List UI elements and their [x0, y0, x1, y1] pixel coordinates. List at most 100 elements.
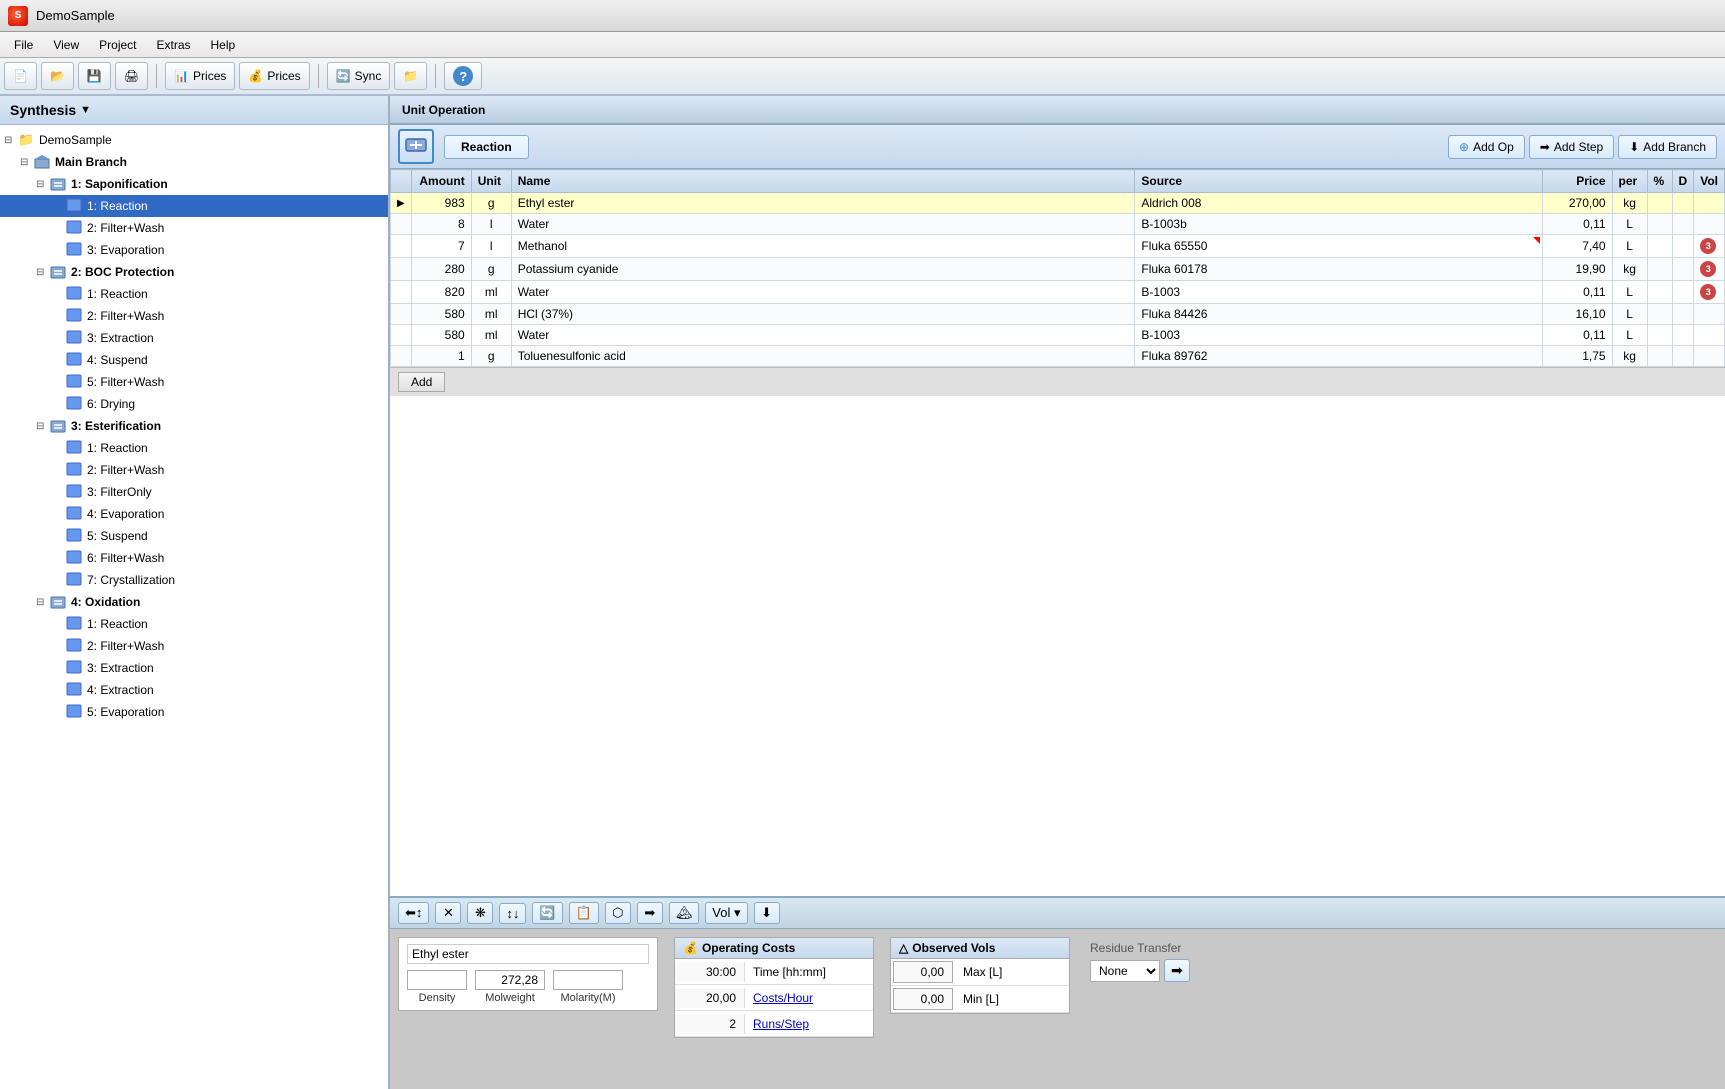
btn-delete[interactable]: ✕: [435, 902, 461, 924]
save-button[interactable]: 💾: [78, 62, 111, 90]
sync-button[interactable]: 🔄 Sync: [327, 62, 391, 90]
tree-step-4-1[interactable]: 1: Reaction: [0, 613, 388, 635]
table-cell-unit[interactable]: g: [471, 258, 511, 281]
table-cell-price[interactable]: 270,00: [1542, 193, 1612, 214]
op-runs-label[interactable]: Runs/Step: [745, 1014, 817, 1034]
table-cell-amount[interactable]: 7: [411, 235, 471, 258]
table-cell-amount[interactable]: 983: [411, 193, 471, 214]
op-runs-value[interactable]: 2: [675, 1014, 745, 1034]
table-cell-per[interactable]: L: [1612, 281, 1647, 304]
section1-expand[interactable]: ⊟: [36, 179, 50, 190]
help-button[interactable]: ?: [444, 62, 482, 90]
add-branch-button[interactable]: ⬇ Add Branch: [1618, 135, 1717, 159]
op-time-value[interactable]: 30:00: [675, 962, 745, 982]
table-cell-price[interactable]: 1,75: [1542, 346, 1612, 367]
op-costs-hour-label[interactable]: Costs/Hour: [745, 988, 821, 1008]
add-button[interactable]: Add: [398, 372, 445, 392]
tree-step-2-3[interactable]: 3: Extraction: [0, 327, 388, 349]
btn-forward[interactable]: ➡: [637, 902, 663, 924]
reaction-tab[interactable]: Reaction: [444, 135, 529, 159]
tree-step-4-4[interactable]: 4: Extraction: [0, 679, 388, 701]
tree-step-4-5[interactable]: 5: Evaporation: [0, 701, 388, 723]
btn-refresh[interactable]: 🔄: [532, 902, 562, 924]
table-cell-source[interactable]: B-1003: [1135, 325, 1542, 346]
tree-step-2-4[interactable]: 4: Suspend: [0, 349, 388, 371]
tree-section-4[interactable]: ⊟ 4: Oxidation: [0, 591, 388, 613]
obs-min-input[interactable]: [893, 988, 953, 1010]
tree-step-2-2[interactable]: 2: Filter+Wash: [0, 305, 388, 327]
table-cell-name[interactable]: Ethyl ester: [511, 193, 1135, 214]
table-cell-per[interactable]: L: [1612, 235, 1647, 258]
table-cell-name[interactable]: Potassium cyanide: [511, 258, 1135, 281]
table-cell-amount[interactable]: 8: [411, 214, 471, 235]
menu-file[interactable]: File: [4, 36, 43, 54]
prices-button[interactable]: 💰 Prices: [239, 62, 309, 90]
tree-step-1-2[interactable]: 2: Filter+Wash: [0, 217, 388, 239]
add-op-button[interactable]: ⊕ Add Op: [1448, 135, 1525, 159]
obs-max-input[interactable]: [893, 961, 953, 983]
table-cell-source[interactable]: Fluka 84426: [1135, 304, 1542, 325]
btn-copy[interactable]: ❋: [467, 902, 493, 924]
table-cell-unit[interactable]: ml: [471, 325, 511, 346]
reports-button[interactable]: 📊 Prices: [165, 62, 235, 90]
table-cell-amount[interactable]: 280: [411, 258, 471, 281]
tree-step-4-2[interactable]: 2: Filter+Wash: [0, 635, 388, 657]
col-name[interactable]: Name: [511, 170, 1135, 193]
table-cell-amount[interactable]: 820: [411, 281, 471, 304]
tree-step-4-3[interactable]: 3: Extraction: [0, 657, 388, 679]
table-cell-unit[interactable]: g: [471, 346, 511, 367]
col-d[interactable]: D: [1672, 170, 1694, 193]
col-amount[interactable]: Amount: [411, 170, 471, 193]
table-cell-name[interactable]: HCl (37%): [511, 304, 1135, 325]
tree-section-2[interactable]: ⊟ 2: BOC Protection: [0, 261, 388, 283]
table-cell-name[interactable]: Water: [511, 325, 1135, 346]
tree-container[interactable]: ⊟ DemoSample ⊟ Main Branch: [0, 125, 388, 1089]
table-cell-unit[interactable]: g: [471, 193, 511, 214]
table-cell-source[interactable]: B-1003b: [1135, 214, 1542, 235]
tree-step-3-7[interactable]: 7: Crystallization: [0, 569, 388, 591]
tree-root[interactable]: ⊟ DemoSample: [0, 129, 388, 151]
table-cell-price[interactable]: 16,10: [1542, 304, 1612, 325]
btn-sort[interactable]: ↕↓: [499, 903, 526, 924]
residue-select[interactable]: None: [1090, 960, 1160, 982]
menu-view[interactable]: View: [43, 36, 89, 54]
btn-move-left[interactable]: ⬅↕: [398, 902, 429, 924]
section4-expand[interactable]: ⊟: [36, 597, 50, 608]
molweight-input[interactable]: [475, 970, 545, 990]
density-input[interactable]: [407, 970, 467, 990]
open-button[interactable]: 📂: [41, 62, 74, 90]
table-cell-per[interactable]: kg: [1612, 258, 1647, 281]
table-cell-unit[interactable]: ml: [471, 304, 511, 325]
section3-expand[interactable]: ⊟: [36, 421, 50, 432]
table-cell-unit[interactable]: l: [471, 214, 511, 235]
tree-step-3-1[interactable]: 1: Reaction: [0, 437, 388, 459]
molarity-input[interactable]: [553, 970, 623, 990]
table-cell-price[interactable]: 0,11: [1542, 325, 1612, 346]
tree-step-1-3[interactable]: 3: Evaporation: [0, 239, 388, 261]
table-cell-name[interactable]: Methanol: [511, 235, 1135, 258]
tree-step-2-6[interactable]: 6: Drying: [0, 393, 388, 415]
table-cell-source[interactable]: Fluka 60178: [1135, 258, 1542, 281]
tree-step-3-5[interactable]: 5: Suspend: [0, 525, 388, 547]
btn-vol-dropdown[interactable]: Vol ▾: [705, 902, 747, 924]
btn-hex[interactable]: ⬡: [605, 902, 631, 924]
tree-section-3[interactable]: ⊟ 3: Esterification: [0, 415, 388, 437]
table-cell-price[interactable]: 19,90: [1542, 258, 1612, 281]
btn-paste[interactable]: 📋: [569, 902, 599, 924]
browse-button[interactable]: 📁: [394, 62, 427, 90]
tree-step-3-6[interactable]: 6: Filter+Wash: [0, 547, 388, 569]
table-cell-per[interactable]: L: [1612, 304, 1647, 325]
synthesis-dropdown-icon[interactable]: ▼: [80, 104, 91, 116]
btn-download[interactable]: ⬇: [754, 902, 780, 924]
menu-project[interactable]: Project: [89, 36, 146, 54]
col-vol[interactable]: Vol: [1694, 170, 1725, 193]
table-cell-per[interactable]: kg: [1612, 346, 1647, 367]
tree-step-3-3[interactable]: 3: FilterOnly: [0, 481, 388, 503]
table-cell-amount[interactable]: 1: [411, 346, 471, 367]
table-cell-source[interactable]: B-1003: [1135, 281, 1542, 304]
col-per[interactable]: per: [1612, 170, 1647, 193]
tree-main-branch[interactable]: ⊟ Main Branch: [0, 151, 388, 173]
table-cell-name[interactable]: Water: [511, 281, 1135, 304]
root-expand-icon[interactable]: ⊟: [4, 135, 18, 146]
tree-step-1-1[interactable]: 1: Reaction: [0, 195, 388, 217]
